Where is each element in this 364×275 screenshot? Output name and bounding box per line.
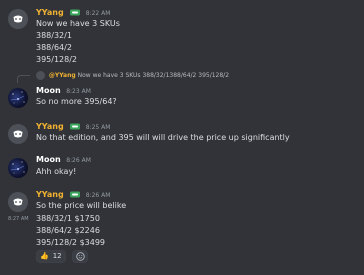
message-timestamp: 8:23 AM: [66, 88, 91, 95]
reaction-thumbs-up[interactable]: 👍 12: [36, 250, 66, 263]
avatar[interactable]: [8, 124, 28, 144]
avatar[interactable]: [8, 9, 28, 29]
reply-preview[interactable]: @YYang Now we have 3 SKUs 388/32/1388/64…: [36, 71, 229, 81]
avatar[interactable]: [8, 158, 28, 178]
message-text: 395/128/2: [36, 55, 78, 64]
reply-avatar: [36, 71, 45, 80]
reply-text: Now we have 3 SKUs 388/32/1388/64/2 395/…: [77, 72, 230, 79]
message-text: 388/32/1 $1750: [36, 214, 100, 223]
message-timestamp: 8:22 AM: [85, 10, 111, 17]
author-name[interactable]: Moon: [36, 86, 61, 95]
server-tag-icon: [70, 123, 81, 130]
message-timestamp: 8:27 AM: [8, 216, 29, 222]
message-text: 388/64/2 $2246: [36, 226, 100, 235]
message-text: 395/128/2 $3499: [36, 238, 106, 247]
message-text: Ahh okay!: [36, 167, 77, 176]
message-text: 388/64/2: [36, 43, 72, 52]
avatar[interactable]: [8, 192, 28, 212]
discord-default-avatar-icon: [8, 124, 28, 144]
add-reaction-icon: [75, 252, 85, 261]
server-tag-icon: [70, 9, 81, 16]
author-name[interactable]: YYang: [36, 122, 64, 131]
message-timestamp: 8:26 AM: [66, 157, 91, 164]
discord-default-avatar-icon: [8, 9, 28, 29]
reply-author: @YYang: [48, 72, 76, 79]
add-reaction-button[interactable]: [72, 250, 88, 263]
message-text: No that edition, and 395 will will drive…: [36, 133, 290, 142]
message-timestamp: 8:25 AM: [85, 124, 111, 131]
message-text: Now we have 3 SKUs: [36, 19, 120, 28]
thumbs-up-emoji: 👍: [40, 252, 49, 260]
reply-connector: [17, 75, 30, 83]
reaction-count: 12: [52, 252, 62, 260]
message-text: 388/32/1: [36, 31, 72, 40]
author-name[interactable]: YYang: [36, 8, 64, 17]
message-text: So the price will belike: [36, 201, 127, 210]
author-name[interactable]: YYang: [36, 190, 64, 199]
moon-avatar-icon: [10, 91, 25, 104]
author-name[interactable]: Moon: [36, 155, 61, 164]
avatar[interactable]: [8, 88, 28, 108]
message-timestamp: 8:26 AM: [85, 192, 111, 199]
server-tag-icon: [70, 191, 81, 198]
moon-avatar-icon: [10, 161, 25, 174]
message-text: So no more 395/64?: [36, 97, 117, 106]
chat-message-list: YYang 8:22 AM Now we have 3 SKUs 388/32/…: [0, 0, 364, 275]
discord-default-avatar-icon: [8, 192, 28, 212]
